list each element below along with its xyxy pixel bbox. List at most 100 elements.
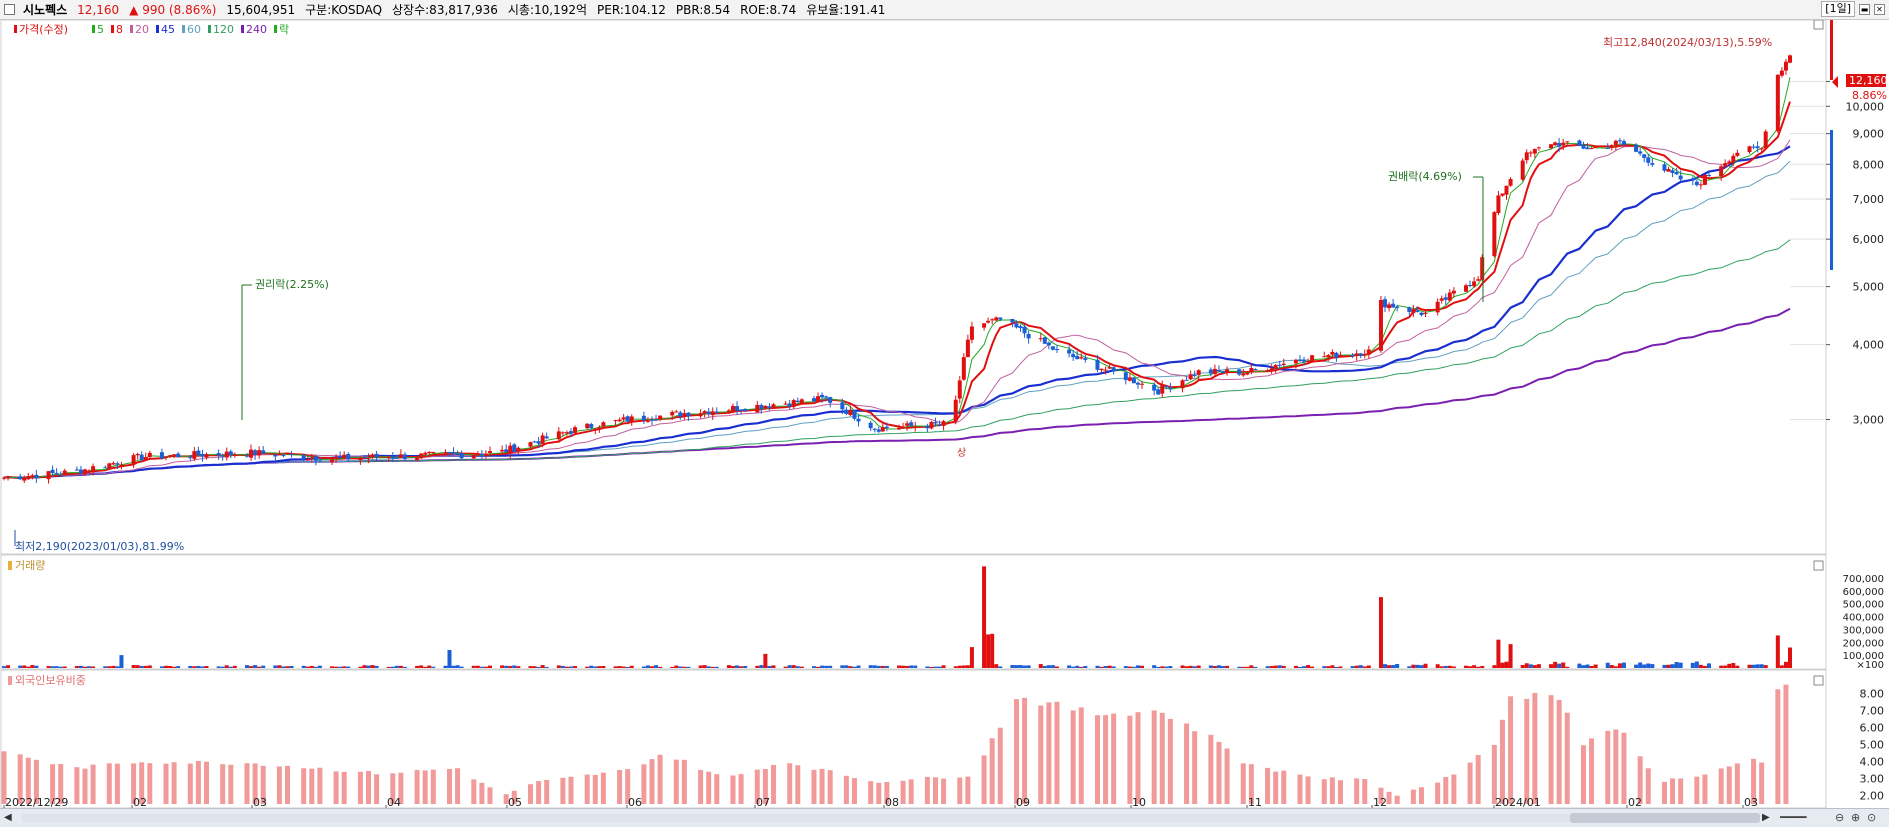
zoom-reset-icon[interactable]: ⊙ [1867,811,1876,824]
candle [933,422,938,424]
foreign-bar [649,759,655,804]
candle [1277,364,1282,366]
foreign-bar [1734,763,1740,804]
candle [398,454,403,458]
volume-bar [415,665,420,668]
candle [1472,281,1477,287]
volume-bar [1755,664,1760,668]
volume-bar [585,666,590,668]
candle [338,455,343,458]
volume-bar [1079,666,1084,668]
price-tick-label: 3,000 [1853,414,1885,427]
foreign-tick-label: 8.00 [1860,688,1885,701]
candle [1650,163,1655,165]
volume-bar [771,665,776,668]
foreign-bar [770,764,776,804]
candle [1609,145,1614,148]
volume-bar [702,665,707,668]
candle [471,455,476,459]
candle [1549,144,1554,149]
volume-bar [1135,665,1140,668]
volume-bar [91,666,96,668]
volume-bar [953,666,958,668]
candle [317,460,322,462]
foreign-bar [317,767,323,804]
close-icon[interactable]: ✕ [1874,3,1885,15]
candle [30,475,35,478]
volume-bar [791,665,796,668]
candle [905,423,910,426]
volume-bar [1188,665,1193,668]
volume-bar [1727,663,1732,668]
volume-bar [872,665,877,668]
volume-bar [1014,665,1019,668]
candle [87,470,92,472]
minimize-icon[interactable]: ▬ [1859,3,1870,15]
candle [645,420,650,422]
foreign-bar [1208,734,1214,804]
scroll-left-icon[interactable]: ◀ [4,812,12,823]
candle [641,415,646,421]
candle [1038,338,1043,340]
candle [1500,193,1505,196]
volume-bar [589,665,594,668]
candle [1520,160,1525,180]
candle [649,419,654,421]
foreign-bar [1499,719,1505,804]
candle [564,432,569,434]
volume-bar [1038,664,1043,668]
candle [1702,174,1707,185]
x-tick-label: 04 [387,796,401,808]
candle [957,380,962,399]
zoom-in-icon[interactable]: ⊕ [1851,811,1860,824]
volume-bar [82,666,87,668]
select-checkbox[interactable] [4,4,15,15]
candle [654,419,659,421]
volume-bar [249,666,254,668]
volume-bar [338,666,343,668]
volume-bar [710,666,715,668]
scroll-bar[interactable]: ◀ ▶ ━━━━ ⊖ ⊕ ⊙ [0,808,1889,827]
candle [366,457,371,459]
price-tick-label: 5,000 [1853,281,1885,294]
candle [1322,356,1327,358]
candle [1391,303,1396,308]
foreign-bar [932,777,938,804]
candle [301,455,306,460]
zoom-out-icon[interactable]: ⊖ [1835,811,1844,824]
candle [1221,371,1226,373]
period-selector[interactable]: [1일] [1821,1,1855,17]
volume-bar [941,665,946,668]
volume-bar [1439,666,1444,668]
zoom-slider[interactable]: ━━━━ [1780,811,1807,824]
volume-bar [1723,665,1728,668]
candle [1156,389,1161,395]
foreign-bar [163,763,169,804]
volume-bar [394,665,399,668]
candle [119,464,124,466]
listed-shares: 상장수:83,817,936 [392,3,498,17]
candle [1763,131,1768,149]
volume-bar [366,665,371,668]
volume-bar [1447,665,1452,668]
foreign-bar [1337,780,1343,804]
candle [573,427,578,433]
candle [1164,386,1169,388]
scroll-thumb[interactable] [1570,813,1760,823]
volume-bar [1666,664,1671,668]
volume-bar [1164,666,1169,668]
candle [1014,323,1019,328]
candle [820,394,825,398]
foreign-panel-title: 외국인보유비중 [15,674,86,687]
candle [1646,157,1651,163]
candle [1237,369,1242,375]
x-tick-label: 05 [508,796,522,808]
scroll-track[interactable] [22,814,1760,822]
scroll-right-icon[interactable]: ▶ [1762,812,1770,823]
candle [419,453,424,459]
foreign-bar [1386,791,1392,804]
candle [755,404,760,413]
foreign-bar [1281,770,1287,804]
stock-chart[interactable]: 11,00010,0009,0008,0007,0006,0005,0004,0… [0,20,1889,808]
foreign-bar [730,775,736,804]
